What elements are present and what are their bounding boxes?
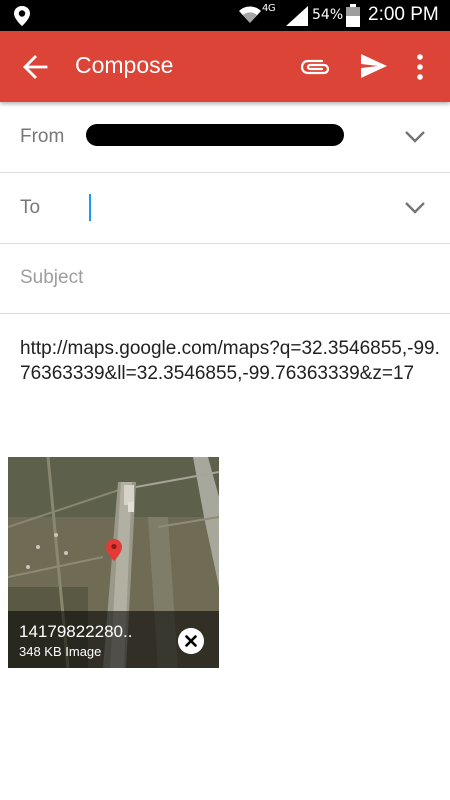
subject-input[interactable]: Subject: [20, 267, 83, 289]
signal-icon: [286, 6, 308, 26]
subject-field[interactable]: Subject: [0, 244, 450, 314]
status-bar: 4G 54% 2:00 PM: [0, 0, 450, 31]
from-label: From: [20, 126, 65, 147]
message-body[interactable]: http://maps.google.com/maps?q=32.3546855…: [20, 336, 440, 386]
chevron-down-icon[interactable]: [404, 130, 426, 144]
status-time: 2:00 PM: [368, 4, 439, 25]
close-icon[interactable]: [178, 628, 204, 654]
attachment-size: 348 KB Image: [19, 644, 102, 659]
redacted-sender-address: [86, 124, 344, 146]
page-title: Compose: [75, 52, 174, 78]
to-label: To: [20, 197, 41, 218]
network-type: 4G: [262, 3, 276, 14]
to-field[interactable]: To: [0, 173, 450, 244]
more-vert-icon[interactable]: [412, 53, 428, 81]
battery-percent: 54%: [312, 7, 344, 23]
send-icon[interactable]: [360, 53, 388, 79]
battery-icon: [346, 4, 360, 27]
chevron-down-icon[interactable]: [404, 201, 426, 215]
wifi-icon: [239, 6, 261, 23]
attachment-filename: 14179822280..: [19, 622, 133, 641]
text-cursor: [89, 194, 91, 221]
paperclip-icon[interactable]: [300, 55, 330, 79]
app-bar: Compose: [0, 31, 450, 102]
arrow-back-icon[interactable]: [22, 54, 48, 80]
attachment-thumbnail[interactable]: 14179822280.. 348 KB Image: [8, 457, 219, 668]
location-icon: [14, 6, 30, 26]
from-field[interactable]: From: [0, 102, 450, 173]
